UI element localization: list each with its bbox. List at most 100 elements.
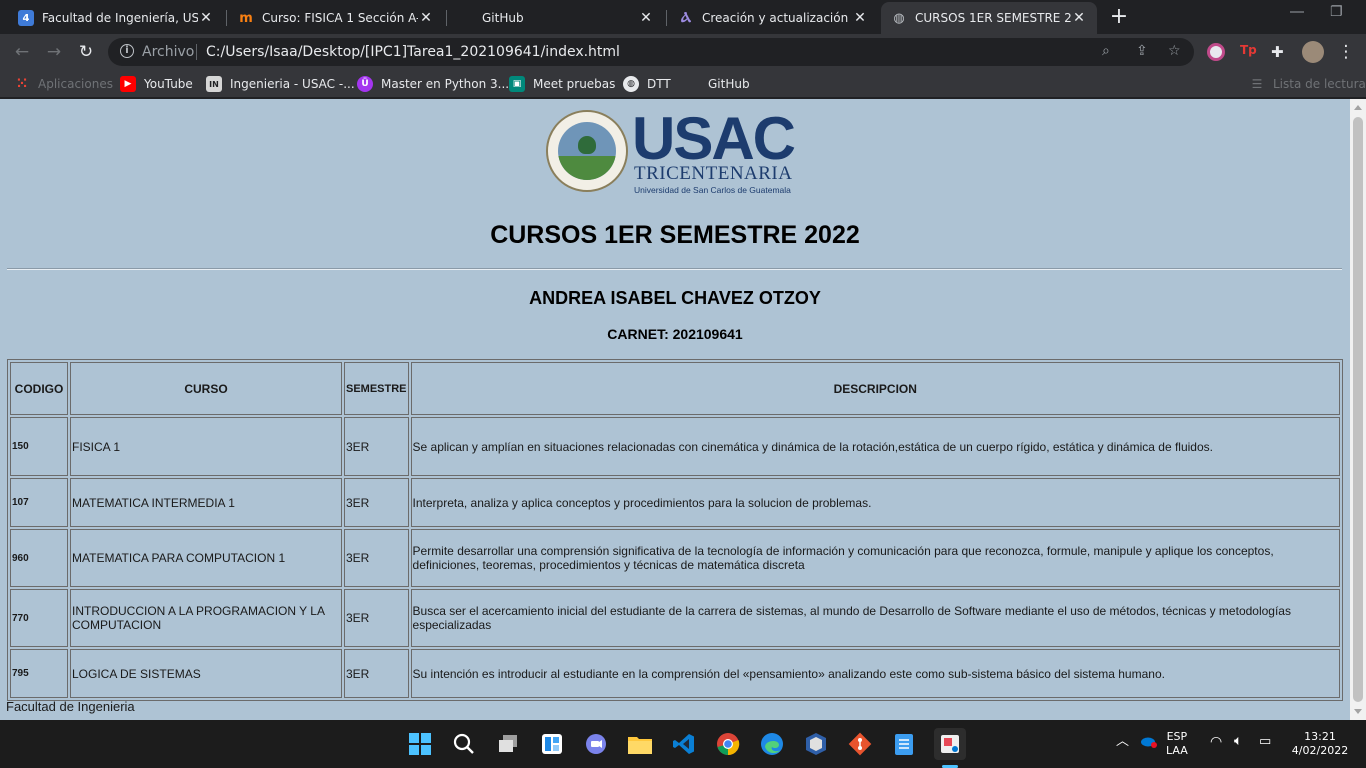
- reading-list-icon: ☰: [1251, 77, 1263, 91]
- battery-icon[interactable]: ▭: [1259, 735, 1271, 749]
- tab-divider: [446, 10, 447, 26]
- new-tab-button[interactable]: +: [1107, 6, 1131, 30]
- cell-semestre: 3ER: [344, 589, 409, 647]
- vscode-icon[interactable]: [670, 730, 698, 758]
- logo-university-name: Universidad de San Carlos de Guatemala: [634, 185, 791, 195]
- bookmark-python[interactable]: Ü Master en Python 3...: [357, 76, 509, 92]
- page-viewport: USAC TRICENTENARIA Universidad de San Ca…: [0, 99, 1350, 720]
- close-tab-icon[interactable]: ✕: [638, 10, 654, 26]
- courses-table: CODIGO CURSO SEMESTRE DESCRIPCION 150 FI…: [7, 359, 1343, 701]
- scrollbar-thumb[interactable]: [1353, 117, 1363, 702]
- git-icon[interactable]: [846, 730, 874, 758]
- cell-codigo: 960: [10, 529, 68, 587]
- edge-icon[interactable]: [758, 730, 786, 758]
- header-semestre: SEMESTRE: [344, 362, 409, 415]
- tab-github[interactable]: GitHub ✕: [448, 2, 664, 34]
- reload-icon[interactable]: ↻: [76, 42, 96, 62]
- close-tab-icon[interactable]: ✕: [418, 10, 434, 26]
- language-label: ESP: [1166, 730, 1188, 743]
- address-url[interactable]: C:/Users/Isaa/Desktop/[IPC1]Tarea1_20210…: [206, 44, 620, 60]
- cell-descripcion: Se aplican y amplían en situaciones rela…: [410, 417, 1340, 476]
- file-explorer-icon[interactable]: [626, 730, 654, 758]
- vertical-scrollbar[interactable]: [1350, 99, 1366, 720]
- snipping-tool-icon[interactable]: [934, 728, 966, 760]
- info-icon[interactable]: i: [120, 44, 134, 58]
- cell-codigo: 770: [10, 589, 68, 647]
- language-indicator[interactable]: ESP LAA: [1166, 730, 1188, 758]
- forward-arrow-icon[interactable]: →: [44, 42, 64, 62]
- apps-grid-icon: ⁙: [16, 76, 28, 92]
- maximize-icon[interactable]: ❐: [1330, 4, 1343, 20]
- bookmark-meet[interactable]: ▣ Meet pruebas: [509, 76, 615, 92]
- tab-cursos-active[interactable]: ◍ CURSOS 1ER SEMESTRE 2022 ✕: [881, 2, 1097, 34]
- tab-facultad[interactable]: 4 Facultad de Ingeniería, USAC ✕: [8, 2, 224, 34]
- profile-avatar[interactable]: [1302, 41, 1324, 63]
- github-favicon-icon: [458, 10, 474, 26]
- student-name: ANDREA ISABEL CHAVEZ OTZOY: [529, 288, 821, 308]
- logo-subtitle: TRICENTENARIA: [634, 163, 793, 184]
- back-arrow-icon[interactable]: ←: [12, 42, 32, 62]
- globe-favicon-icon: ◍: [893, 10, 905, 26]
- chrome-icon[interactable]: [714, 730, 742, 758]
- scroll-down-icon[interactable]: [1354, 709, 1362, 714]
- clock[interactable]: 13:21 4/02/2022: [1288, 730, 1352, 758]
- widgets-icon[interactable]: [538, 730, 566, 758]
- cell-semestre: 3ER: [344, 478, 409, 527]
- wifi-icon[interactable]: ◠: [1210, 735, 1222, 749]
- notepad-icon[interactable]: [890, 730, 918, 758]
- menu-kebab-icon[interactable]: ⋮: [1336, 42, 1356, 62]
- cell-semestre: 3ER: [344, 649, 409, 698]
- bookmark-github[interactable]: GitHub: [684, 76, 750, 92]
- tab-fisica[interactable]: m Curso: FISICA 1 Sección A- ✕: [228, 2, 444, 34]
- cell-descripcion: Interpreta, analiza y aplica conceptos y…: [410, 478, 1340, 527]
- extensions-puzzle-icon[interactable]: ✚: [1271, 43, 1289, 61]
- close-tab-icon[interactable]: ✕: [1071, 10, 1087, 26]
- cell-descripcion: Su intención es introducir al estudiante…: [410, 649, 1340, 698]
- tab-title: Curso: FISICA 1 Sección A-: [262, 11, 418, 25]
- bookmark-label: Ingenieria - USAC -...: [230, 77, 355, 91]
- extension-tp-icon[interactable]: Tp: [1240, 43, 1258, 61]
- tab-title: Facultad de Ingeniería, USAC: [42, 11, 198, 25]
- bookmark-reading-list[interactable]: ☰ Lista de lectura: [1249, 76, 1366, 92]
- youtube-icon: ▶: [120, 76, 136, 92]
- meet-icon: ▣: [509, 76, 525, 92]
- search-icon[interactable]: [450, 730, 478, 758]
- task-view-icon[interactable]: [494, 730, 522, 758]
- clock-time: 13:21: [1304, 730, 1336, 743]
- udemy-icon: Ü: [357, 76, 373, 92]
- windows-start-icon[interactable]: [406, 730, 434, 758]
- close-tab-icon[interactable]: ✕: [198, 10, 214, 26]
- windows-taskbar: ︿ ESP LAA ◠ 🔈︎ ▭ 13:21 4/02/2022: [0, 720, 1366, 768]
- address-scheme: Archivo: [142, 44, 195, 60]
- zoom-search-icon[interactable]: ⌕: [1102, 43, 1110, 59]
- browser-toolbar: ← → ↻ i Archivo C:/Users/Isaa/Desktop/[I…: [0, 34, 1366, 70]
- bookmarks-bar: ⁙ Aplicaciones ▶ YouTube IN Ingenieria -…: [0, 70, 1366, 98]
- virtualbox-icon[interactable]: [802, 730, 830, 758]
- bookmark-star-icon[interactable]: ☆: [1168, 43, 1181, 59]
- bookmark-dtt[interactable]: ◍ DTT: [623, 76, 671, 92]
- tab-creacion[interactable]: Ⲁ Creación y actualización de r ✕: [668, 2, 878, 34]
- ingenieria-icon: IN: [206, 76, 222, 92]
- extension-player-icon[interactable]: [1207, 43, 1225, 61]
- tab-divider: [666, 10, 667, 26]
- address-bar[interactable]: i Archivo C:/Users/Isaa/Desktop/[IPC1]Ta…: [108, 38, 1194, 66]
- table-row: 150 FISICA 1 3ER Se aplican y amplían en…: [10, 417, 1340, 476]
- chat-icon[interactable]: [582, 730, 610, 758]
- minimize-icon[interactable]: ―: [1290, 4, 1304, 20]
- table-row: 960 MATEMATICA PARA COMPUTACION 1 3ER Pe…: [10, 529, 1340, 587]
- onedrive-icon[interactable]: [1140, 734, 1158, 752]
- volume-icon[interactable]: 🔈︎: [1234, 734, 1242, 748]
- share-icon[interactable]: ⇪: [1136, 43, 1148, 59]
- scroll-up-icon[interactable]: [1354, 105, 1362, 110]
- bookmark-youtube[interactable]: ▶ YouTube: [120, 76, 193, 92]
- bookmark-apps[interactable]: ⁙ Aplicaciones: [14, 76, 113, 92]
- tab-strip: 4 Facultad de Ingeniería, USAC ✕ m Curso…: [0, 0, 1366, 34]
- tab-title: Creación y actualización de r: [702, 11, 852, 25]
- close-tab-icon[interactable]: ✕: [852, 10, 868, 26]
- table-row: 795 LOGICA DE SISTEMAS 3ER Su intención …: [10, 649, 1340, 698]
- chevron-up-icon[interactable]: ︿: [1116, 735, 1129, 749]
- course-favicon-icon: Ⲁ: [680, 10, 692, 26]
- bookmark-label: Master en Python 3...: [381, 77, 510, 91]
- bookmark-ingenieria[interactable]: IN Ingenieria - USAC -...: [206, 76, 355, 92]
- tab-divider: [226, 10, 227, 26]
